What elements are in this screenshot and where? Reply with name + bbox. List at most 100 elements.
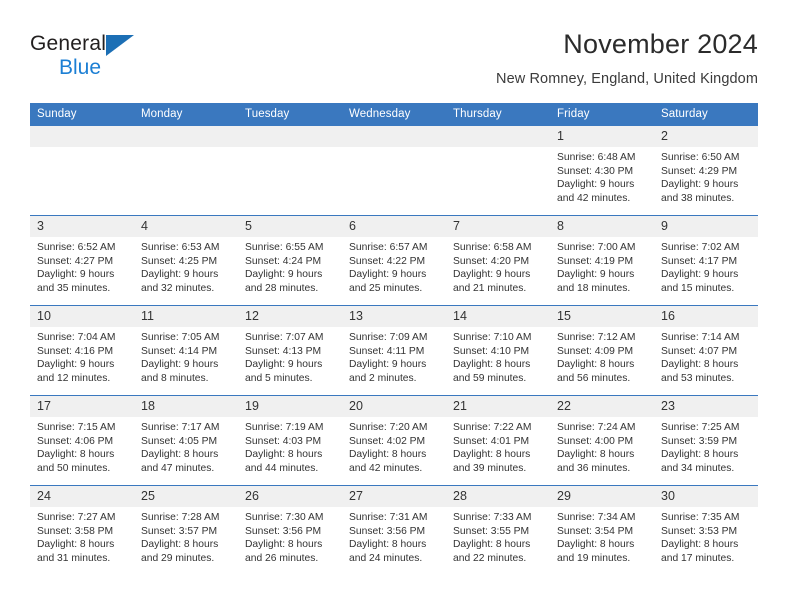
- daylight-text-line2: and 59 minutes.: [453, 373, 527, 385]
- calendar-day-cell[interactable]: 16 Sunrise: 7:14 AM Sunset: 4:07 PM Dayligh…: [654, 305, 758, 396]
- day-number: 14: [446, 306, 550, 327]
- calendar-day-cell[interactable]: 26 Sunrise: 7:30 AM Sunset: 3:56 PM Dayligh…: [238, 485, 342, 575]
- sunrise-text: Sunrise: 6:50 AM: [661, 152, 740, 163]
- calendar-day-cell[interactable]: 10 Sunrise: 7:04 AM Sunset: 4:16 PM Dayligh…: [30, 305, 134, 396]
- day-details: Sunrise: 6:55 AM Sunset: 4:24 PM Daylight:…: [238, 237, 342, 296]
- sunrise-text: Sunrise: 7:22 AM: [453, 422, 532, 433]
- calendar-day-cell[interactable]: 15 Sunrise: 7:12 AM Sunset: 4:09 PM Dayligh…: [550, 305, 654, 396]
- day-cell-inner: 23 Sunrise: 7:25 AM Sunset: 3:59 PM Dayligh…: [654, 396, 758, 485]
- day-cell-inner: 18 Sunrise: 7:17 AM Sunset: 4:05 PM Dayligh…: [134, 396, 238, 485]
- sunset-text: Sunset: 4:16 PM: [37, 345, 114, 357]
- calendar-day-cell[interactable]: 24 Sunrise: 7:27 AM Sunset: 3:58 PM Dayligh…: [30, 485, 134, 575]
- day-number: 10: [30, 306, 134, 327]
- day-details: [30, 147, 134, 151]
- day-details: Sunrise: 7:04 AM Sunset: 4:16 PM Daylight:…: [30, 327, 134, 386]
- calendar-day-cell-empty: [30, 125, 134, 216]
- day-details: Sunrise: 7:19 AM Sunset: 4:03 PM Daylight:…: [238, 417, 342, 476]
- calendar-day-cell[interactable]: 7 Sunrise: 6:58 AM Sunset: 4:20 PM Daylight…: [446, 215, 550, 306]
- calendar-day-cell[interactable]: 30 Sunrise: 7:35 AM Sunset: 3:53 PM Dayligh…: [654, 485, 758, 575]
- general-blue-logo[interactable]: General Blue: [30, 32, 150, 88]
- day-cell-inner: 19 Sunrise: 7:19 AM Sunset: 4:03 PM Dayligh…: [238, 396, 342, 485]
- day-number: 17: [30, 396, 134, 417]
- day-cell-inner: 27 Sunrise: 7:31 AM Sunset: 3:56 PM Dayligh…: [342, 486, 446, 575]
- daylight-text-line1: Daylight: 8 hours: [453, 539, 531, 551]
- daylight-text-line1: Daylight: 9 hours: [141, 359, 219, 371]
- day-cell-inner: 15 Sunrise: 7:12 AM Sunset: 4:09 PM Dayligh…: [550, 306, 654, 395]
- day-details: [446, 147, 550, 151]
- sunset-text: Sunset: 4:07 PM: [661, 345, 738, 357]
- calendar-day-cell[interactable]: 13 Sunrise: 7:09 AM Sunset: 4:11 PM Dayligh…: [342, 305, 446, 396]
- sunrise-text: Sunrise: 7:07 AM: [245, 332, 324, 343]
- daylight-text-line2: and 47 minutes.: [141, 463, 215, 475]
- calendar-day-cell[interactable]: 14 Sunrise: 7:10 AM Sunset: 4:10 PM Dayligh…: [446, 305, 550, 396]
- day-details: Sunrise: 6:52 AM Sunset: 4:27 PM Daylight:…: [30, 237, 134, 296]
- day-details: Sunrise: 6:57 AM Sunset: 4:22 PM Daylight:…: [342, 237, 446, 296]
- daylight-text-line1: Daylight: 9 hours: [349, 269, 427, 281]
- calendar-day-cell[interactable]: 25 Sunrise: 7:28 AM Sunset: 3:57 PM Dayligh…: [134, 485, 238, 575]
- daylight-text-line2: and 28 minutes.: [245, 283, 319, 295]
- sunrise-text: Sunrise: 7:00 AM: [557, 242, 636, 253]
- sunrise-text: Sunrise: 7:33 AM: [453, 512, 532, 523]
- sunset-text: Sunset: 4:03 PM: [245, 435, 322, 447]
- sunset-text: Sunset: 3:57 PM: [141, 525, 218, 537]
- calendar-day-cell[interactable]: 12 Sunrise: 7:07 AM Sunset: 4:13 PM Dayligh…: [238, 305, 342, 396]
- calendar-day-cell[interactable]: 8 Sunrise: 7:00 AM Sunset: 4:19 PM Daylight…: [550, 215, 654, 306]
- calendar-day-cell[interactable]: 21 Sunrise: 7:22 AM Sunset: 4:01 PM Dayligh…: [446, 395, 550, 486]
- calendar-day-cell[interactable]: 20 Sunrise: 7:20 AM Sunset: 4:02 PM Dayligh…: [342, 395, 446, 486]
- sunset-text: Sunset: 4:29 PM: [661, 165, 738, 177]
- calendar-day-cell[interactable]: 19 Sunrise: 7:19 AM Sunset: 4:03 PM Dayligh…: [238, 395, 342, 486]
- calendar-day-cell[interactable]: 23 Sunrise: 7:25 AM Sunset: 3:59 PM Dayligh…: [654, 395, 758, 486]
- day-details: Sunrise: 7:24 AM Sunset: 4:00 PM Daylight:…: [550, 417, 654, 476]
- day-number: 13: [342, 306, 446, 327]
- calendar-day-cell[interactable]: 27 Sunrise: 7:31 AM Sunset: 3:56 PM Dayligh…: [342, 485, 446, 575]
- day-cell-inner: 17 Sunrise: 7:15 AM Sunset: 4:06 PM Dayligh…: [30, 396, 134, 485]
- calendar-day-cell[interactable]: 6 Sunrise: 6:57 AM Sunset: 4:22 PM Daylight…: [342, 215, 446, 306]
- calendar-day-cell[interactable]: 17 Sunrise: 7:15 AM Sunset: 4:06 PM Dayligh…: [30, 395, 134, 486]
- daylight-text-line2: and 39 minutes.: [453, 463, 527, 475]
- calendar-day-cell[interactable]: 1 Sunrise: 6:48 AM Sunset: 4:30 PM Daylight…: [550, 125, 654, 216]
- weekday-header-row: Sunday Monday Tuesday Wednesday Thursday Frid…: [30, 103, 758, 126]
- sunrise-text: Sunrise: 7:05 AM: [141, 332, 220, 343]
- daylight-text-line1: Daylight: 9 hours: [453, 269, 531, 281]
- day-number: 16: [654, 306, 758, 327]
- daylight-text-line1: Daylight: 9 hours: [141, 269, 219, 281]
- daylight-text-line1: Daylight: 8 hours: [141, 539, 219, 551]
- day-number: 8: [550, 216, 654, 237]
- day-cell-inner: 14 Sunrise: 7:10 AM Sunset: 4:10 PM Dayligh…: [446, 306, 550, 395]
- sunset-text: Sunset: 4:30 PM: [557, 165, 634, 177]
- sunrise-text: Sunrise: 7:09 AM: [349, 332, 428, 343]
- sunrise-text: Sunrise: 7:34 AM: [557, 512, 636, 523]
- sunset-text: Sunset: 3:53 PM: [661, 525, 738, 537]
- sunrise-text: Sunrise: 7:12 AM: [557, 332, 636, 343]
- sunrise-text: Sunrise: 7:30 AM: [245, 512, 324, 523]
- calendar-day-cell[interactable]: 4 Sunrise: 6:53 AM Sunset: 4:25 PM Daylight…: [134, 215, 238, 306]
- logo-triangle-icon: [106, 35, 134, 56]
- calendar-day-cell[interactable]: 5 Sunrise: 6:55 AM Sunset: 4:24 PM Daylight…: [238, 215, 342, 306]
- calendar-day-cell[interactable]: 22 Sunrise: 7:24 AM Sunset: 4:00 PM Dayligh…: [550, 395, 654, 486]
- weekday-header-sunday: Sunday: [30, 103, 134, 126]
- logo-text-general: General: [30, 32, 107, 55]
- day-number: 22: [550, 396, 654, 417]
- day-number: 7: [446, 216, 550, 237]
- daylight-text-line2: and 12 minutes.: [37, 373, 111, 385]
- calendar-day-cell[interactable]: 29 Sunrise: 7:34 AM Sunset: 3:54 PM Dayligh…: [550, 485, 654, 575]
- day-number: 3: [30, 216, 134, 237]
- calendar-day-cell[interactable]: 28 Sunrise: 7:33 AM Sunset: 3:55 PM Dayligh…: [446, 485, 550, 575]
- calendar-day-cell[interactable]: 3 Sunrise: 6:52 AM Sunset: 4:27 PM Daylight…: [30, 215, 134, 306]
- day-cell-inner: 24 Sunrise: 7:27 AM Sunset: 3:58 PM Dayligh…: [30, 486, 134, 575]
- day-number: 20: [342, 396, 446, 417]
- calendar-grid: Sunday Monday Tuesday Wednesday Thursday Frid…: [30, 103, 758, 575]
- sunset-text: Sunset: 4:25 PM: [141, 255, 218, 267]
- calendar-day-cell[interactable]: 11 Sunrise: 7:05 AM Sunset: 4:14 PM Dayligh…: [134, 305, 238, 396]
- day-cell-inner: 30 Sunrise: 7:35 AM Sunset: 3:53 PM Dayligh…: [654, 486, 758, 575]
- calendar-day-cell[interactable]: 9 Sunrise: 7:02 AM Sunset: 4:17 PM Daylight…: [654, 215, 758, 306]
- day-details: Sunrise: 6:50 AM Sunset: 4:29 PM Daylight:…: [654, 147, 758, 206]
- calendar-day-cell[interactable]: 2 Sunrise: 6:50 AM Sunset: 4:29 PM Daylight…: [654, 125, 758, 216]
- day-number: [30, 126, 134, 147]
- weekday-header-wednesday: Wednesday: [342, 103, 446, 126]
- day-details: Sunrise: 6:48 AM Sunset: 4:30 PM Daylight:…: [550, 147, 654, 206]
- day-details: [134, 147, 238, 151]
- daylight-text-line1: Daylight: 9 hours: [557, 179, 635, 191]
- calendar-day-cell[interactable]: 18 Sunrise: 7:17 AM Sunset: 4:05 PM Dayligh…: [134, 395, 238, 486]
- sunrise-text: Sunrise: 7:04 AM: [37, 332, 116, 343]
